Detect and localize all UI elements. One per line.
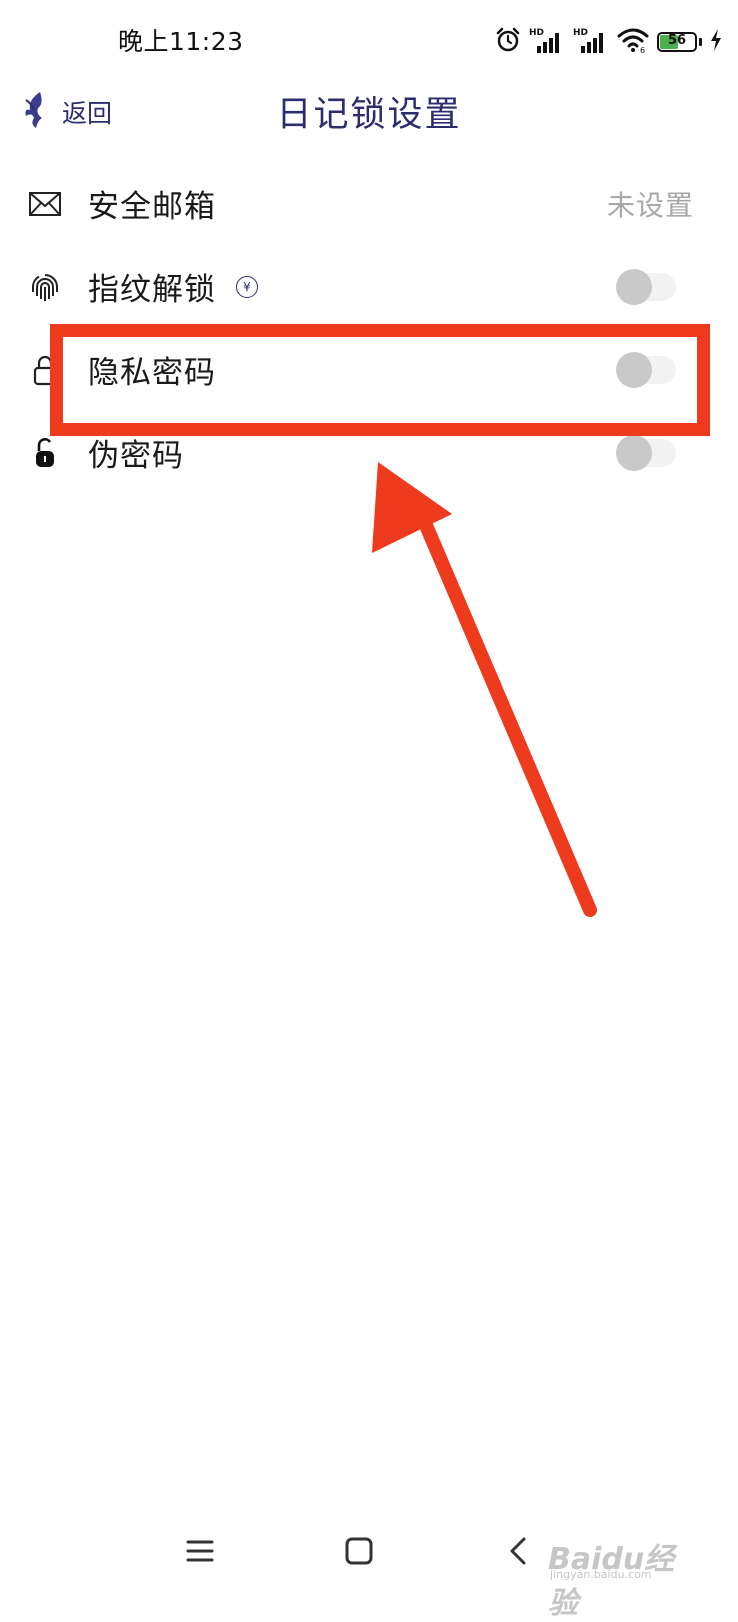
setting-row-fingerprint: 指纹解锁 ¥ xyxy=(0,245,738,328)
setting-row-safe-email[interactable]: 安全邮箱 未设置 xyxy=(0,162,738,245)
setting-row-privacy-password: 隐私密码 xyxy=(0,328,738,411)
baidu-watermark: Baidu经验 jingyan.baidu.com xyxy=(548,1524,698,1621)
toggle-knob xyxy=(616,268,652,305)
setting-row-fake-password: 伪密码 xyxy=(0,411,738,494)
status-time: 晚上11:23 xyxy=(118,27,244,56)
lock-icon xyxy=(26,351,64,389)
home-icon[interactable] xyxy=(329,1526,389,1576)
battery-cap xyxy=(699,38,702,46)
page-title: 日记锁设置 xyxy=(276,95,462,135)
charging-icon xyxy=(710,29,722,55)
nav-bar: Baidu经验 jingyan.baidu.com xyxy=(0,1520,738,1621)
toggle-knob xyxy=(616,351,652,388)
back-icon[interactable] xyxy=(488,1526,548,1576)
fingerprint-toggle[interactable] xyxy=(616,268,676,305)
alarm-icon xyxy=(495,27,521,57)
watermark-sub: jingyan.baidu.com xyxy=(550,1568,652,1581)
menu-icon[interactable] xyxy=(170,1526,230,1576)
svg-text:HD: HD xyxy=(529,28,544,38)
battery-icon: 56 xyxy=(657,32,697,52)
setting-label: 安全邮箱 xyxy=(88,189,216,225)
setting-label: 伪密码 xyxy=(88,438,184,474)
fingerprint-icon xyxy=(26,268,64,306)
svg-text:HD: HD xyxy=(573,28,588,38)
status-icons: HD HD 6 56 xyxy=(495,24,722,60)
vip-badge: ¥ xyxy=(236,275,258,298)
setting-label: 指纹解锁 xyxy=(88,272,216,308)
wifi-icon: 6 xyxy=(617,27,649,57)
toggle-knob xyxy=(616,434,652,471)
unlock-icon xyxy=(26,434,64,472)
signal-hd-2-icon: HD xyxy=(573,26,609,58)
setting-label: 隐私密码 xyxy=(88,355,216,391)
header: 返回 日记锁设置 xyxy=(0,80,738,144)
status-bar: 晚上11:23 HD HD 6 56 xyxy=(0,0,738,80)
signal-hd-1-icon: HD xyxy=(529,26,565,58)
svg-text:6: 6 xyxy=(640,46,645,53)
setting-value: 未设置 xyxy=(606,188,694,222)
settings-list: 安全邮箱 未设置 指纹解锁 ¥ 隐私密码 伪密码 xyxy=(0,162,738,494)
privacy-password-toggle[interactable] xyxy=(616,351,676,388)
battery-level: 56 xyxy=(667,33,687,48)
mail-icon xyxy=(26,185,64,223)
fake-password-toggle[interactable] xyxy=(616,434,676,471)
